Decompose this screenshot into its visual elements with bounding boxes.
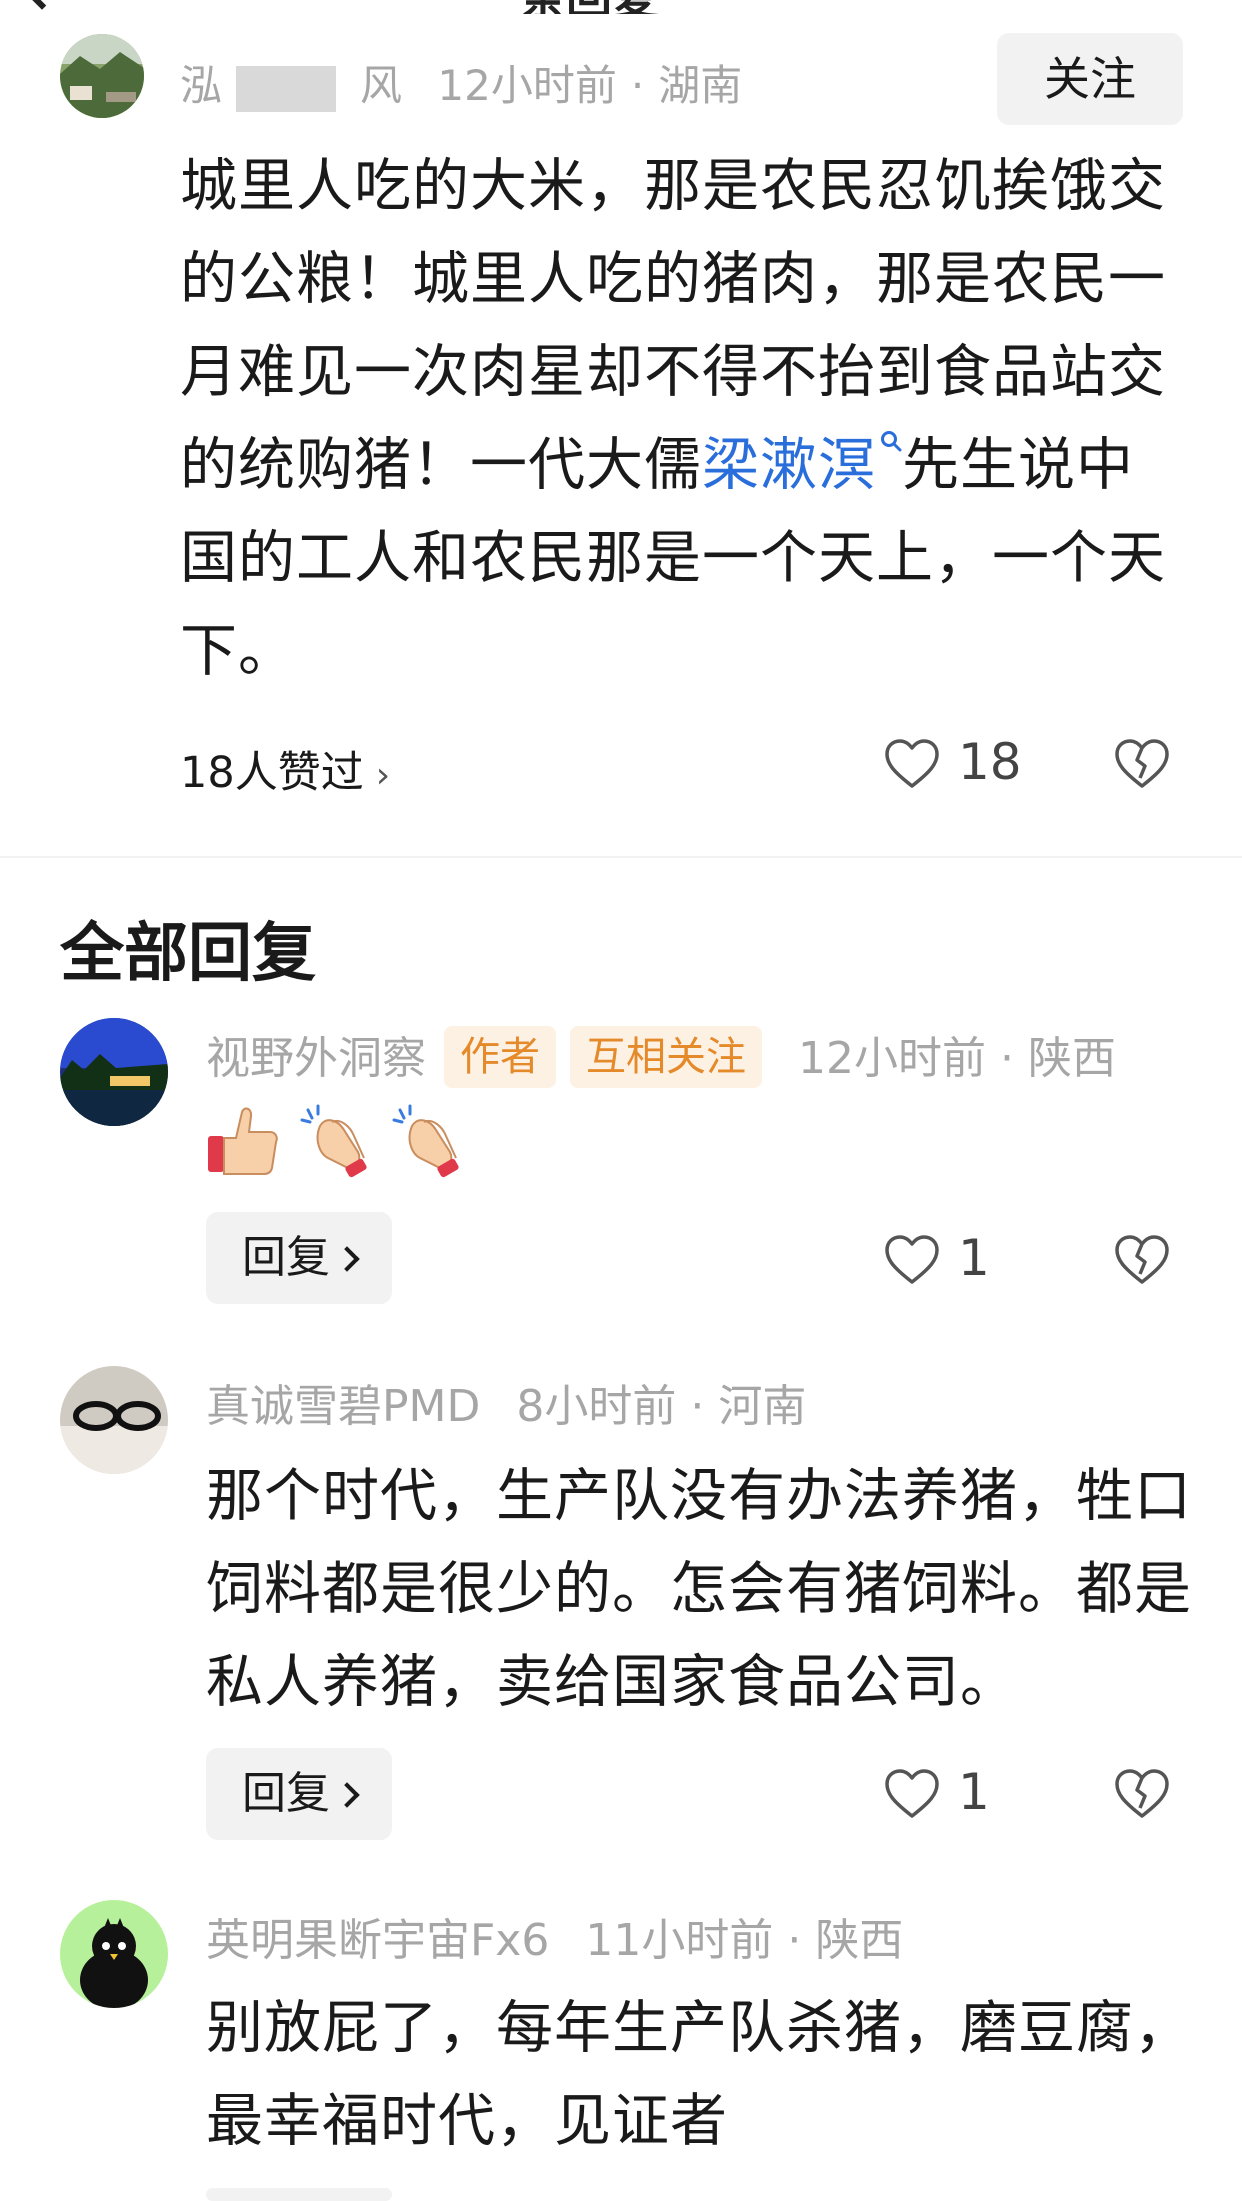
thumbs-up-icon: [208, 1107, 278, 1175]
meta-separator: ·: [630, 61, 645, 110]
header-title-fragment: 条回复: [520, 0, 658, 14]
reply-button[interactable]: 回复: [206, 1748, 392, 1840]
heart-icon: [885, 1769, 939, 1818]
reply-label: 回复: [242, 1232, 330, 1283]
like-button[interactable]: [884, 1234, 940, 1290]
avatar[interactable]: [60, 1900, 168, 2008]
like-count: 18: [958, 733, 1022, 791]
avatar[interactable]: [60, 1366, 168, 1474]
clapping-hands-icon: [300, 1104, 367, 1178]
like-count: 1: [958, 1763, 990, 1821]
comment-time: 8小时前: [516, 1381, 677, 1432]
liked-by-link[interactable]: 18人赞过 ›: [180, 738, 390, 800]
chevron-right-icon: ›: [375, 755, 391, 796]
avatar[interactable]: [60, 34, 144, 118]
username-suffix[interactable]: 风: [360, 61, 402, 110]
divider: [0, 856, 1242, 858]
like-count: 1: [958, 1229, 990, 1287]
dislike-button[interactable]: [1114, 738, 1170, 794]
username[interactable]: 视野外洞察: [206, 1033, 426, 1084]
like-button[interactable]: [884, 1768, 940, 1824]
comment-time: 12小时前: [798, 1033, 986, 1084]
emoji-row: [206, 1102, 466, 1182]
comment-location: 河南: [718, 1381, 807, 1432]
author-badge: 作者: [444, 1026, 556, 1088]
chevron-right-icon: [334, 1782, 360, 1808]
section-title: 全部回复: [60, 917, 316, 991]
reply-meta: 英明果断宇宙Fx6 11小时前 · 陕西: [206, 1904, 903, 1968]
meta-separator: ·: [787, 1915, 802, 1966]
comment-text: 城里人吃的大米，那是农民忍饥挨饿交的公粮！城里人吃的猪肉，那是农民一月难见一次肉…: [180, 140, 1190, 698]
heart-icon: [885, 1235, 939, 1284]
reply-meta: 真诚雪碧PMD 8小时前 · 河南: [206, 1370, 806, 1434]
dislike-button[interactable]: [1114, 1768, 1170, 1824]
dislike-button[interactable]: [1114, 1234, 1170, 1290]
search-link[interactable]: 梁漱溟: [702, 432, 876, 498]
heart-icon: [885, 739, 939, 788]
meta-separator: ·: [690, 1381, 705, 1432]
reply-label: 回复: [242, 1768, 330, 1819]
back-icon[interactable]: [22, 0, 62, 10]
clapping-hands-icon: [392, 1104, 459, 1178]
broken-heart-icon: [1115, 739, 1169, 788]
avatar[interactable]: [60, 1018, 168, 1126]
comment-time: 12小时前: [437, 61, 617, 110]
mutual-follow-badge: 互相关注: [570, 1026, 762, 1088]
like-button[interactable]: [884, 738, 940, 794]
search-icon[interactable]: [880, 387, 902, 452]
liked-by-label: 18人赞过: [180, 748, 364, 798]
meta-separator: ·: [1000, 1033, 1014, 1084]
broken-heart-icon: [1115, 1769, 1169, 1818]
reply-meta: 视野外洞察 作者 互相关注 12小时前 · 陕西: [206, 1022, 1116, 1092]
comment-location: 湖南: [658, 61, 743, 110]
follow-button[interactable]: 关注: [997, 33, 1183, 125]
reply-text: 别放屁了，每年生产队杀猪，磨豆腐，最幸福时代，见证者: [206, 1995, 1192, 2154]
chevron-right-icon: [334, 1246, 360, 1272]
comment-location: 陕西: [1028, 1033, 1116, 1084]
comment-location: 陕西: [815, 1915, 904, 1966]
comment-meta: 泓 风 12小时前 · 湖南: [180, 52, 742, 113]
reply-text: 那个时代，生产队没有办法养猪，牲口饲料都是很少的。怎会有猪饲料。都是私人养猪，卖…: [206, 1463, 1192, 1715]
broken-heart-icon: [1115, 1235, 1169, 1284]
username[interactable]: 泓: [180, 61, 222, 110]
reply-button[interactable]: 回复: [206, 1212, 392, 1304]
username[interactable]: 英明果断宇宙Fx6: [206, 1915, 549, 1966]
reply-button[interactable]: [206, 2188, 392, 2201]
username[interactable]: 真诚雪碧PMD: [206, 1381, 480, 1432]
redacted-username-block: [236, 65, 337, 112]
header-remnant: 条回复: [0, 0, 1242, 14]
comment-time: 11小时前: [585, 1915, 774, 1966]
